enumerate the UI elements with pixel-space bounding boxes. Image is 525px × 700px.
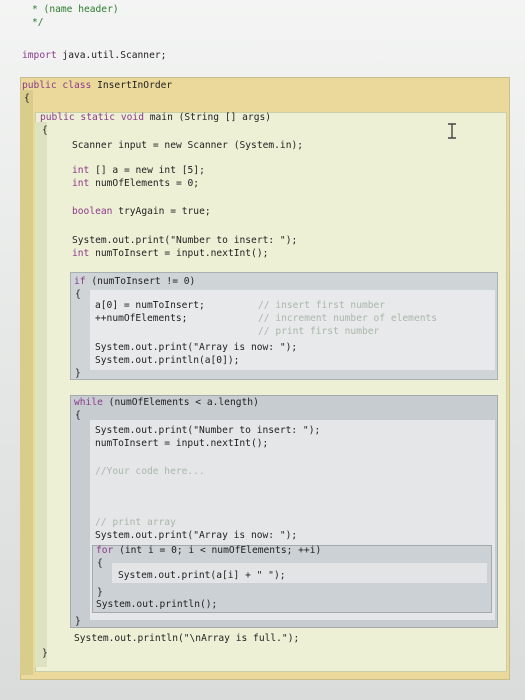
- code-line-while-print-now[interactable]: System.out.print("Array is now: ");: [95, 530, 297, 542]
- code-line-boolean[interactable]: boolean tryAgain = true;: [72, 206, 211, 218]
- code-line-while-read[interactable]: numToInsert = input.nextInt();: [95, 438, 268, 450]
- keyword-boolean: boolean: [72, 206, 113, 217]
- main-close-brace[interactable]: }: [42, 648, 48, 660]
- count-declaration: numOfElements = 0;: [89, 178, 200, 189]
- keyword-import: import: [22, 50, 57, 61]
- code-line-header-comment[interactable]: * (name header): [32, 4, 119, 16]
- keyword-public-class: public class: [22, 80, 92, 91]
- class-open-brace[interactable]: {: [24, 93, 30, 105]
- main-open-brace[interactable]: {: [42, 125, 48, 137]
- code-line-count-decl[interactable]: int numOfElements = 0;: [72, 178, 199, 190]
- code-line-while-print[interactable]: System.out.print("Number to insert: ");: [95, 425, 320, 437]
- code-line-for[interactable]: for (int i = 0; i < numOfElements; ++i): [96, 545, 321, 557]
- code-line-assign-first[interactable]: a[0] = numToInsert;: [95, 300, 205, 312]
- read-declaration: numToInsert = input.nextInt();: [89, 248, 269, 259]
- keyword-public-static-void: public static void: [40, 112, 144, 123]
- comment-text: * (name header): [32, 4, 119, 15]
- comment-your-code[interactable]: //Your code here...: [95, 466, 205, 478]
- code-line-while[interactable]: while (numOfElements < a.length): [74, 397, 259, 409]
- if-condition: (numToInsert != 0): [85, 276, 196, 287]
- code-line-println-empty[interactable]: System.out.println();: [96, 599, 217, 611]
- if-open-brace[interactable]: {: [75, 289, 81, 301]
- keyword-if: if: [74, 276, 86, 287]
- code-line-print-insert[interactable]: System.out.print("Number to insert: ");: [72, 235, 297, 247]
- for-open-brace[interactable]: {: [97, 558, 103, 570]
- keyword-while: while: [74, 397, 103, 408]
- code-line-println-a0[interactable]: System.out.println(a[0]);: [95, 355, 239, 367]
- main-signature: main (String [] args): [143, 112, 272, 123]
- comment-print-array[interactable]: // print array: [95, 517, 176, 529]
- for-header: (int i = 0; i < numOfElements; ++i): [113, 545, 322, 556]
- for-close-brace[interactable]: }: [97, 587, 103, 599]
- class-name: InsertInOrder: [91, 80, 173, 91]
- code-line-increment[interactable]: ++numOfElements;: [95, 313, 187, 325]
- code-line-for-body[interactable]: System.out.print(a[i] + " ");: [118, 570, 286, 582]
- code-line-class-decl[interactable]: public class InsertInOrder: [22, 80, 172, 92]
- code-line-if[interactable]: if (numToInsert != 0): [74, 276, 195, 288]
- code-line-array-decl[interactable]: int [] a = new int [5];: [72, 165, 205, 177]
- main-method-scope-gutter: [35, 122, 47, 667]
- code-line-main-decl[interactable]: public static void main (String [] args): [40, 112, 271, 124]
- while-close-brace[interactable]: }: [75, 616, 81, 628]
- code-line-println-full[interactable]: System.out.println("\nArray is full.");: [74, 633, 299, 645]
- comment-text: */: [32, 17, 44, 28]
- import-target: java.util.Scanner;: [56, 50, 167, 61]
- keyword-int: int: [72, 248, 90, 259]
- comment-increment[interactable]: // increment number of elements: [258, 313, 437, 325]
- while-open-brace[interactable]: {: [75, 410, 81, 422]
- code-line-scanner[interactable]: Scanner input = new Scanner (System.in);: [72, 140, 303, 152]
- code-line-print-array-now[interactable]: System.out.print("Array is now: ");: [95, 342, 297, 354]
- while-condition: (numOfElements < a.length): [102, 397, 259, 408]
- class-scope-gutter: [20, 90, 33, 675]
- code-line-header-close[interactable]: */: [32, 17, 44, 29]
- if-close-brace[interactable]: }: [75, 368, 81, 380]
- comment-insert-first[interactable]: // insert first number: [258, 300, 385, 312]
- boolean-declaration: tryAgain = true;: [112, 206, 211, 217]
- keyword-for: for: [96, 545, 114, 556]
- keyword-int: int: [72, 165, 90, 176]
- code-editor[interactable]: * (name header) */ import java.util.Scan…: [0, 0, 525, 700]
- code-line-read-decl[interactable]: int numToInsert = input.nextInt();: [72, 248, 268, 260]
- keyword-int: int: [72, 178, 90, 189]
- array-declaration: [] a = new int [5];: [89, 165, 205, 176]
- code-line-import[interactable]: import java.util.Scanner;: [22, 50, 166, 62]
- comment-print-first[interactable]: // print first number: [258, 326, 379, 338]
- text-cursor-icon: [448, 123, 456, 139]
